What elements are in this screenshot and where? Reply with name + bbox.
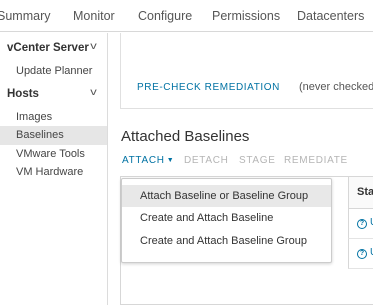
sidebar-group-label: vCenter Server	[7, 42, 89, 54]
attach-dropdown-menu: Attach Baseline or Baseline Group Create…	[121, 178, 332, 263]
object-tabs-bar: Summary Monitor Configure Permissions Da…	[0, 0, 373, 32]
updates-sidebar: vCenter Server v Update Planner Hosts v …	[0, 33, 108, 305]
info-icon: ?	[357, 249, 367, 259]
stage-button[interactable]: STAGE	[239, 155, 276, 166]
column-header-status[interactable]: Stat	[348, 177, 373, 209]
main-panel: PRE-CHECK REMEDIATION (never checked) At…	[109, 33, 373, 305]
tab-summary[interactable]: Summary	[0, 9, 50, 23]
chevron-down-icon: ▼	[166, 157, 175, 164]
menu-item-attach-baseline-or-group[interactable]: Attach Baseline or Baseline Group	[122, 185, 331, 207]
menu-item-create-attach-baseline-group[interactable]: Create and Attach Baseline Group	[122, 230, 331, 252]
attach-button-label: ATTACH	[122, 155, 165, 166]
sidebar-item-vm-hardware[interactable]: VM Hardware	[0, 163, 107, 182]
attached-baselines-title: Attached Baselines	[121, 128, 250, 145]
sidebar-item-vmware-tools[interactable]: VMware Tools	[0, 145, 107, 164]
remediate-button[interactable]: REMEDIATE	[284, 155, 348, 166]
chevron-down-icon[interactable]: v	[90, 87, 97, 98]
table-row[interactable]: ? U	[348, 209, 373, 239]
sidebar-item-images[interactable]: Images	[0, 108, 107, 127]
precheck-remediation-link[interactable]: PRE-CHECK REMEDIATION	[137, 82, 280, 93]
sidebar-item-baselines[interactable]: Baselines	[0, 126, 107, 145]
sidebar-item-update-planner[interactable]: Update Planner	[0, 62, 107, 81]
table-row[interactable]: ? U	[348, 239, 373, 269]
precheck-status-text: (never checked)	[299, 81, 373, 93]
attach-dropdown-button[interactable]: ATTACH ▼	[122, 155, 174, 166]
tab-datacenters[interactable]: Datacenters	[297, 9, 364, 23]
sidebar-group-hosts[interactable]: Hosts v	[7, 87, 97, 100]
tab-configure[interactable]: Configure	[138, 9, 192, 23]
tab-monitor[interactable]: Monitor	[73, 9, 115, 23]
menu-item-create-attach-baseline[interactable]: Create and Attach Baseline	[122, 207, 331, 229]
sidebar-group-label: Hosts	[7, 88, 39, 100]
column-header-label: Stat	[357, 186, 373, 198]
precheck-card: PRE-CHECK REMEDIATION (never checked)	[120, 33, 373, 109]
info-icon: ?	[357, 219, 367, 229]
sidebar-group-vcenter-server[interactable]: vCenter Server v	[7, 41, 97, 54]
tab-permissions[interactable]: Permissions	[212, 9, 280, 23]
chevron-down-icon[interactable]: v	[90, 41, 97, 52]
detach-button[interactable]: DETACH	[184, 155, 229, 166]
